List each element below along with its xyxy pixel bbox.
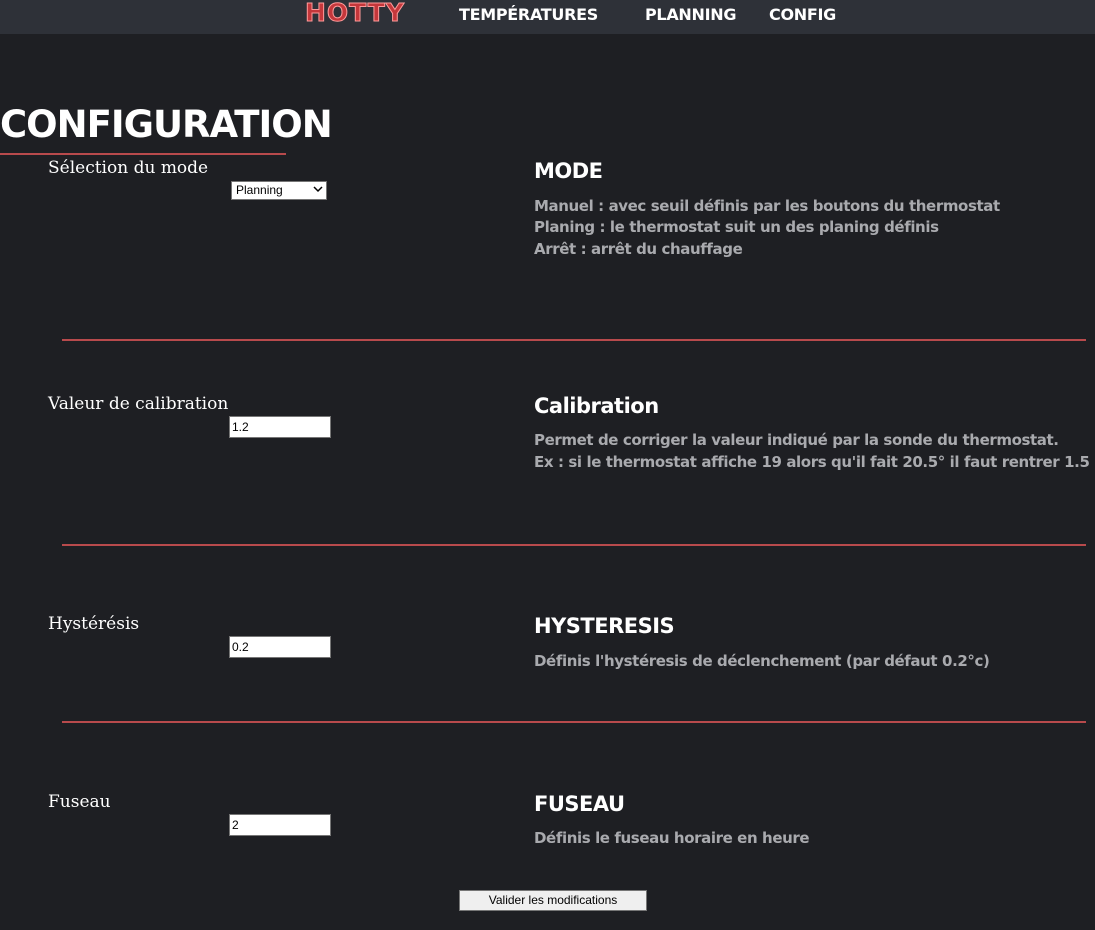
timezone-desc-line: Définis le fuseau horaire en heure xyxy=(534,829,810,847)
hysteresis-heading: HYSTERESIS xyxy=(534,614,675,638)
timezone-label: Fuseau xyxy=(48,792,111,812)
hysteresis-label: Hystérésis xyxy=(48,614,140,634)
mode-heading: MODE xyxy=(534,159,603,183)
calibration-heading: Calibration xyxy=(534,394,659,418)
calibration-input[interactable] xyxy=(229,416,331,438)
calibration-label: Valeur de calibration xyxy=(48,394,229,414)
timezone-heading: FUSEAU xyxy=(534,792,625,816)
mode-desc-line: Planing : le thermostat suit un des plan… xyxy=(534,218,939,236)
section-separator xyxy=(62,721,1086,723)
mode-desc-line: Manuel : avec seuil définis par les bout… xyxy=(534,197,1000,215)
hysteresis-desc-line: Définis l'hystéresis de déclenchement (p… xyxy=(534,652,990,670)
calibration-desc-line: Ex : si le thermostat affiche 19 alors q… xyxy=(534,453,1090,471)
logo[interactable]: HOTTY xyxy=(305,0,405,26)
nav-link-config[interactable]: CONFIG xyxy=(769,5,836,25)
section-separator xyxy=(62,339,1086,341)
submit-button[interactable]: Valider les modifications xyxy=(459,890,647,911)
navbar: HOTTY TEMPÉRATURES PLANNING CONFIG xyxy=(0,0,1095,34)
mode-select[interactable]: Planning xyxy=(231,181,327,200)
mode-select-value: Planning xyxy=(236,183,283,197)
chevron-down-icon xyxy=(313,184,323,197)
hysteresis-input[interactable] xyxy=(229,636,331,658)
timezone-input[interactable] xyxy=(229,814,331,836)
mode-label: Sélection du mode xyxy=(48,158,209,178)
calibration-desc-line: Permet de corriger la valeur indiqué par… xyxy=(534,431,1059,449)
mode-desc-line: Arrêt : arrêt du chauffage xyxy=(534,240,743,258)
section-separator xyxy=(62,544,1086,546)
nav-link-planning[interactable]: PLANNING xyxy=(645,5,736,25)
page-title: CONFIGURATION xyxy=(0,103,333,146)
nav-link-temperatures[interactable]: TEMPÉRATURES xyxy=(459,5,598,25)
title-underline xyxy=(0,153,286,155)
